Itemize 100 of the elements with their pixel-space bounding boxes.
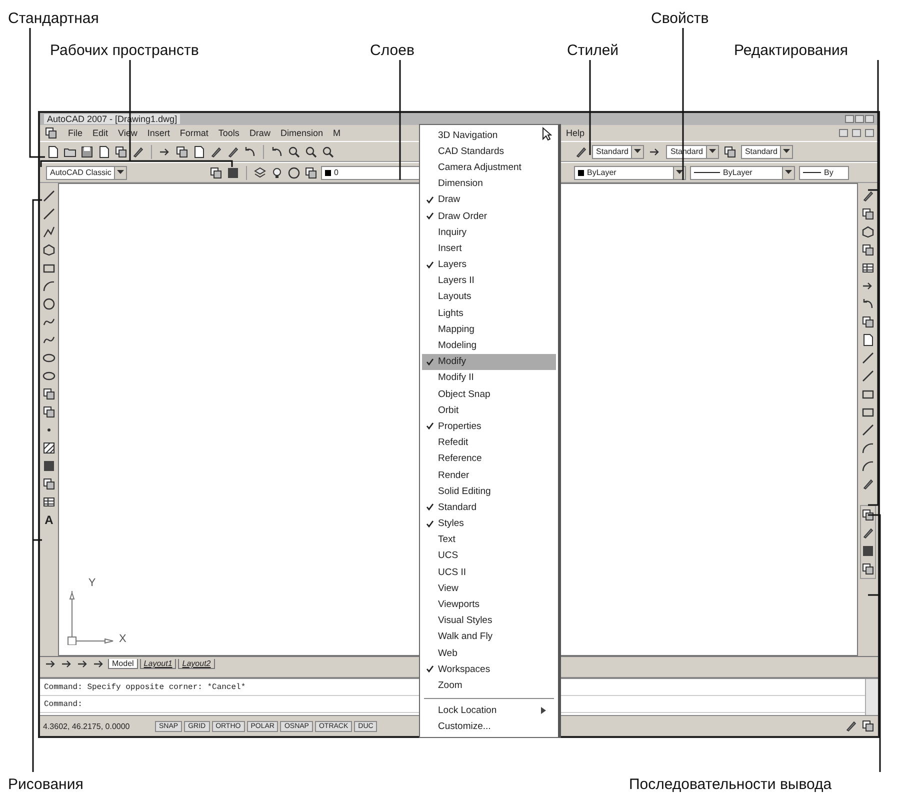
menu-item[interactable]: Insert: [147, 128, 170, 138]
menu-item[interactable]: Layers: [422, 256, 556, 273]
polyline-icon[interactable]: [42, 225, 56, 239]
pencil-icon[interactable]: [844, 719, 858, 733]
menu-item[interactable]: Draw Order: [422, 208, 556, 224]
menu-item[interactable]: Styles: [422, 516, 556, 532]
table-icon[interactable]: [861, 261, 875, 275]
pencil-icon[interactable]: [131, 144, 145, 158]
menu-item[interactable]: UCS: [422, 548, 556, 564]
hexagon-icon[interactable]: [42, 243, 56, 257]
menu-item[interactable]: Refedit: [422, 434, 556, 451]
pencil-icon[interactable]: [861, 526, 875, 540]
menu-item[interactable]: Properties: [422, 418, 556, 435]
color-dropdown[interactable]: ByLayer: [574, 166, 686, 180]
text-tool[interactable]: A: [44, 513, 54, 527]
lineweight-dropdown[interactable]: By: [799, 166, 849, 180]
pencil-icon[interactable]: [574, 144, 588, 158]
menu-item[interactable]: File: [68, 128, 83, 138]
overlapping-squares-icon[interactable]: [42, 477, 56, 491]
menu-item[interactable]: UCS II: [422, 564, 556, 580]
magnifier-icon[interactable]: [287, 144, 301, 158]
document-icon[interactable]: [97, 144, 111, 158]
dropdown-arrow-icon[interactable]: [708, 149, 716, 154]
overlapping-squares-icon[interactable]: [861, 315, 875, 329]
menu-item[interactable]: Text: [422, 532, 556, 548]
overlapping-squares-icon[interactable]: [42, 387, 56, 401]
menu-item[interactable]: Modeling: [422, 337, 556, 354]
ellipse-icon[interactable]: [42, 369, 56, 383]
magnifier-icon[interactable]: [304, 144, 318, 158]
pencil-icon[interactable]: [209, 144, 223, 158]
dropdown-arrow-icon[interactable]: [117, 170, 124, 175]
filled-square-icon[interactable]: [42, 459, 56, 473]
overlapping-squares-icon[interactable]: [861, 243, 875, 257]
line-icon[interactable]: [42, 207, 56, 221]
menu-item[interactable]: Layouts: [422, 288, 556, 306]
menu-item[interactable]: Render: [422, 466, 556, 484]
maximize-button[interactable]: [855, 115, 864, 123]
pencil-icon[interactable]: [861, 189, 875, 203]
layout-tab[interactable]: Model: [108, 659, 138, 669]
menu-item[interactable]: Dimension: [280, 128, 323, 138]
menu-item[interactable]: Format: [180, 128, 208, 138]
menu-item[interactable]: Orbit: [422, 402, 556, 418]
menu-item[interactable]: Edit: [92, 128, 108, 138]
menu-item[interactable]: Insert: [422, 240, 556, 256]
overlapping-squares-icon[interactable]: [44, 126, 58, 140]
layout-tab[interactable]: Layout2: [178, 659, 215, 669]
overlapping-squares-icon[interactable]: [861, 207, 875, 221]
menu-item[interactable]: CAD Standards: [422, 143, 556, 160]
linetype-dropdown[interactable]: ByLayer: [690, 166, 795, 180]
menu-item[interactable]: Zoom: [422, 677, 556, 694]
hatch-icon[interactable]: [42, 441, 56, 455]
overlapping-squares-icon[interactable]: [861, 562, 875, 576]
overlapping-squares-icon[interactable]: [861, 719, 875, 733]
curved-arrow-icon[interactable]: [243, 144, 257, 158]
document-icon[interactable]: [861, 333, 875, 347]
menu-item[interactable]: Mapping: [422, 321, 556, 338]
menu-item[interactable]: Layers II: [422, 272, 556, 289]
curved-arrow-icon[interactable]: [861, 297, 875, 311]
menu-item[interactable]: Draw: [422, 192, 556, 208]
document-icon[interactable]: [46, 144, 60, 158]
menu-item[interactable]: Lights: [422, 305, 556, 322]
dropdown-arrow-icon[interactable]: [676, 170, 683, 175]
overlapping-squares-icon[interactable]: [209, 166, 223, 180]
menu-item[interactable]: Visual Styles: [422, 612, 556, 629]
magnifier-icon[interactable]: [321, 144, 335, 158]
bulb-icon[interactable]: [270, 166, 284, 180]
menu-item[interactable]: Tools: [218, 128, 240, 138]
menu-item[interactable]: Reference: [422, 450, 556, 467]
overlapping-squares-icon[interactable]: [722, 144, 737, 158]
ellipse-icon[interactable]: [42, 351, 56, 365]
table-icon[interactable]: [42, 495, 56, 509]
menu-item[interactable]: Solid Editing: [422, 483, 556, 500]
pencil-icon[interactable]: [226, 144, 240, 158]
overlapping-squares-icon[interactable]: [304, 166, 318, 180]
menu-item[interactable]: Walk and Fly: [422, 628, 556, 645]
dropdown-arrow-icon[interactable]: [783, 149, 790, 154]
scrollbar[interactable]: [865, 679, 878, 715]
document-icon[interactable]: [192, 144, 206, 158]
restore-button[interactable]: [852, 129, 861, 137]
overlapping-squares-icon[interactable]: [114, 144, 128, 158]
style-dropdown[interactable]: Standard: [592, 144, 644, 158]
menu-item[interactable]: M: [332, 128, 340, 138]
menu-item[interactable]: Standard: [422, 499, 556, 516]
menu-item[interactable]: Inquiry: [422, 224, 556, 240]
circle-icon[interactable]: [287, 166, 301, 180]
line-icon[interactable]: [861, 369, 875, 383]
menu-item[interactable]: Web: [422, 645, 556, 662]
hexagon-icon[interactable]: [861, 225, 875, 239]
menu-item[interactable]: Workspaces: [422, 661, 556, 678]
line-icon[interactable]: [861, 423, 875, 437]
filled-square-icon[interactable]: [226, 166, 240, 180]
dropdown-arrow-icon[interactable]: [785, 170, 792, 175]
layout-tab[interactable]: Layout1: [140, 659, 176, 669]
overlapping-squares-icon[interactable]: [42, 405, 56, 419]
menu-item[interactable]: Help: [566, 128, 585, 138]
menu-item[interactable]: View: [422, 580, 556, 596]
arc-icon[interactable]: [861, 441, 875, 455]
overlapping-squares-icon[interactable]: [861, 508, 875, 522]
arc-icon[interactable]: [42, 279, 56, 293]
circle-icon[interactable]: [42, 297, 56, 311]
